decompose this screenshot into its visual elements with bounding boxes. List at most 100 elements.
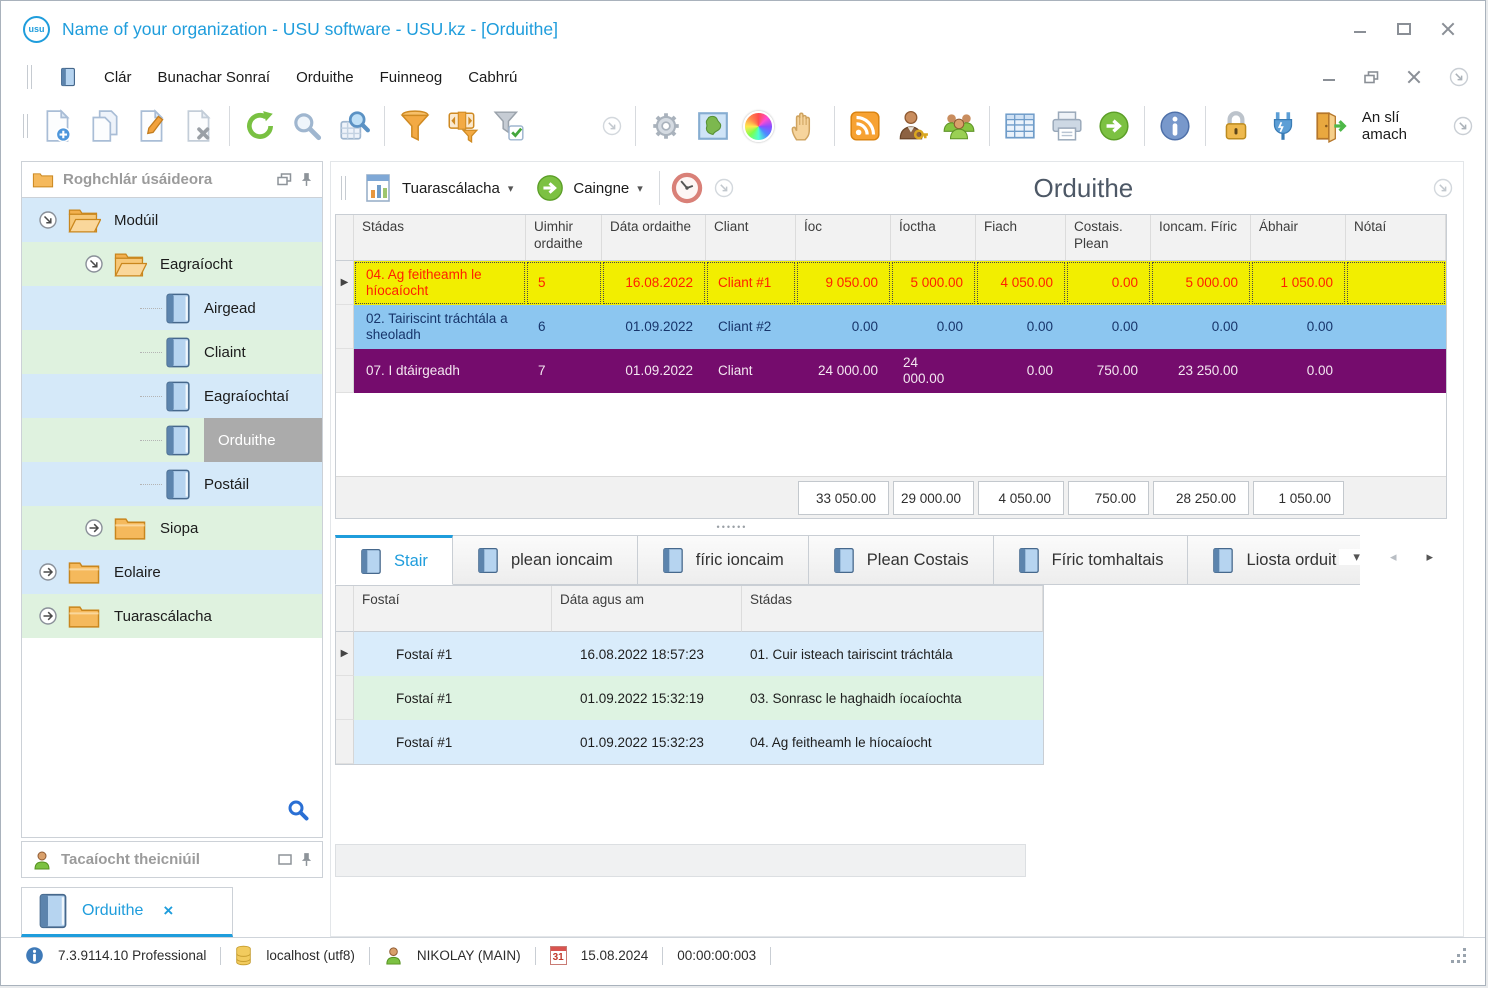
- cell-number[interactable]: 5: [526, 261, 602, 305]
- cell-notai[interactable]: [1346, 261, 1446, 305]
- column-header[interactable]: Ioncam. Fíric: [1151, 215, 1251, 261]
- cell-ioctha[interactable]: 5 000.00: [891, 261, 976, 305]
- column-header[interactable]: Dáta ordaithe: [602, 215, 706, 261]
- tree-item-eolaire[interactable]: Eolaire: [22, 550, 322, 594]
- advanced-search-icon[interactable]: [337, 109, 371, 143]
- collapse-icon[interactable]: [38, 210, 58, 230]
- exit-door-icon[interactable]: [1313, 109, 1347, 143]
- cell-fiach[interactable]: 4 050.00: [976, 261, 1066, 305]
- menu-item-clar[interactable]: Clár: [104, 69, 132, 86]
- lock-icon[interactable]: [1219, 109, 1253, 143]
- pin-icon[interactable]: [301, 172, 312, 187]
- chevron-down-circle-icon[interactable]: [1433, 178, 1453, 198]
- map-icon[interactable]: [696, 109, 730, 143]
- cell-ioncam[interactable]: 0.00: [1151, 305, 1251, 349]
- tree-item-orduithe-selected[interactable]: Orduithe: [22, 418, 322, 462]
- cell-datetime[interactable]: 01.09.2022 15:32:19: [552, 676, 742, 720]
- tab-scroll-right-icon[interactable]: ▸: [1426, 549, 1433, 565]
- user-access-icon[interactable]: [895, 109, 929, 143]
- cell-fiach[interactable]: 0.00: [976, 305, 1066, 349]
- cell-ioc[interactable]: 9 050.00: [796, 261, 891, 305]
- go-next-icon[interactable]: [1097, 109, 1131, 143]
- tab-firic-tomhaltais[interactable]: Fíric tomhaltais: [993, 535, 1189, 585]
- child-minimize-button[interactable]: [1322, 71, 1336, 83]
- cell-costais[interactable]: 0.00: [1066, 305, 1151, 349]
- minimize-button[interactable]: [1353, 23, 1367, 35]
- tab-plean-ioncaim[interactable]: plean ioncaim: [452, 535, 638, 585]
- cell-abhair[interactable]: 0.00: [1251, 349, 1346, 393]
- edit-record-icon[interactable]: [135, 109, 169, 143]
- info-icon[interactable]: [1158, 109, 1192, 143]
- cell-notai[interactable]: [1346, 349, 1446, 393]
- menu-item-bunachar-sonrai[interactable]: Bunachar Sonraí: [158, 69, 271, 86]
- column-header[interactable]: Ábhair: [1251, 215, 1346, 261]
- cell-status[interactable]: 01. Cuir isteach tairiscint tráchtála: [742, 632, 1043, 676]
- cell-employee[interactable]: Fostaí #1: [354, 632, 552, 676]
- history-row-2[interactable]: Fostaí #1 01.09.2022 15:32:19 03. Sonras…: [336, 676, 1043, 720]
- expand-icon[interactable]: [38, 562, 58, 582]
- filter-columns-icon[interactable]: [445, 109, 479, 143]
- cell-client[interactable]: Cliant #1: [706, 261, 796, 305]
- cell-ioctha[interactable]: 24 000.00: [891, 349, 976, 393]
- column-header[interactable]: Stádas: [354, 215, 526, 261]
- toolbar-grip[interactable]: [341, 176, 346, 200]
- cell-ioc[interactable]: 24 000.00: [796, 349, 891, 393]
- filter-icon[interactable]: [398, 109, 432, 143]
- column-header[interactable]: Íoctha: [891, 215, 976, 261]
- order-row-3[interactable]: 07. I dtáirgeadh 7 01.09.2022 Cliant 24 …: [336, 349, 1446, 393]
- tab-firic-ioncaim[interactable]: fíric ioncaim: [637, 535, 809, 585]
- users-group-icon[interactable]: [942, 109, 976, 143]
- cell-status[interactable]: 07. I dtáirgeadh: [354, 349, 526, 393]
- cell-costais[interactable]: 750.00: [1066, 349, 1151, 393]
- cell-employee[interactable]: Fostaí #1: [354, 676, 552, 720]
- cell-number[interactable]: 7: [526, 349, 602, 393]
- chevron-down-circle-icon[interactable]: [1449, 67, 1469, 87]
- cell-status[interactable]: 02. Tairiscint tráchtála a sheoladh: [354, 305, 526, 349]
- cell-ioc[interactable]: 0.00: [796, 305, 891, 349]
- tab-liosta-orduithe[interactable]: Liosta orduit: [1188, 535, 1361, 585]
- tree-item-tuarascalacha[interactable]: Tuarascálacha: [22, 594, 322, 638]
- cell-client[interactable]: Cliant #2: [706, 305, 796, 349]
- copy-record-icon[interactable]: [88, 109, 122, 143]
- cell-status[interactable]: 04. Ag feitheamh le híocaíocht: [354, 261, 526, 305]
- open-document-tab-orduithe[interactable]: Orduithe ×: [21, 887, 233, 937]
- tab-scroll-left-icon[interactable]: ◂: [1390, 549, 1397, 565]
- toolbar-grip[interactable]: [27, 65, 32, 89]
- close-document-icon[interactable]: ×: [163, 901, 173, 921]
- tab-menu-icon[interactable]: ▾: [1353, 549, 1360, 565]
- plug-connection-icon[interactable]: [1266, 109, 1300, 143]
- cell-fiach[interactable]: 0.00: [976, 349, 1066, 393]
- tree-item-postail[interactable]: Postáil: [22, 462, 322, 506]
- tree-item-cliaint[interactable]: Cliaint: [22, 330, 322, 374]
- settings-gear-icon[interactable]: [649, 109, 683, 143]
- scheduler-clock-icon[interactable]: [670, 171, 704, 205]
- cell-ioncam[interactable]: 5 000.00: [1151, 261, 1251, 305]
- new-record-icon[interactable]: [41, 109, 75, 143]
- chevron-down-circle-icon[interactable]: [714, 178, 734, 198]
- tree-item-airgead[interactable]: Airgead: [22, 286, 322, 330]
- filter-apply-icon[interactable]: [492, 109, 526, 143]
- tree-search-button[interactable]: [286, 798, 310, 827]
- chevron-down-circle-icon[interactable]: [1453, 116, 1473, 136]
- delete-record-icon[interactable]: [182, 109, 216, 143]
- column-header[interactable]: Costais. Plean: [1066, 215, 1151, 261]
- column-header[interactable]: Stádas: [742, 586, 1043, 632]
- search-icon[interactable]: [290, 109, 324, 143]
- horizontal-splitter[interactable]: ••••••: [331, 519, 1463, 535]
- cell-ioncam[interactable]: 23 250.00: [1151, 349, 1251, 393]
- tab-plean-costais[interactable]: Plean Costais: [808, 535, 994, 585]
- close-button[interactable]: [1441, 23, 1455, 35]
- exit-label[interactable]: An slí amach: [1362, 109, 1434, 143]
- menu-item-fuinneog[interactable]: Fuinneog: [380, 69, 443, 86]
- toolbar-grip[interactable]: [23, 114, 28, 138]
- float-panel-icon[interactable]: [278, 854, 292, 865]
- refresh-icon[interactable]: [243, 109, 277, 143]
- float-panel-icon[interactable]: [277, 173, 292, 186]
- cell-date[interactable]: 01.09.2022: [602, 349, 706, 393]
- menu-item-cabhru[interactable]: Cabhrú: [468, 69, 517, 86]
- tree-item-eagraiochtai[interactable]: Eagraíochtaí: [22, 374, 322, 418]
- column-header[interactable]: Íoc: [796, 215, 891, 261]
- child-close-button[interactable]: [1407, 71, 1421, 83]
- column-header[interactable]: Fiach: [976, 215, 1066, 261]
- cell-date[interactable]: 01.09.2022: [602, 305, 706, 349]
